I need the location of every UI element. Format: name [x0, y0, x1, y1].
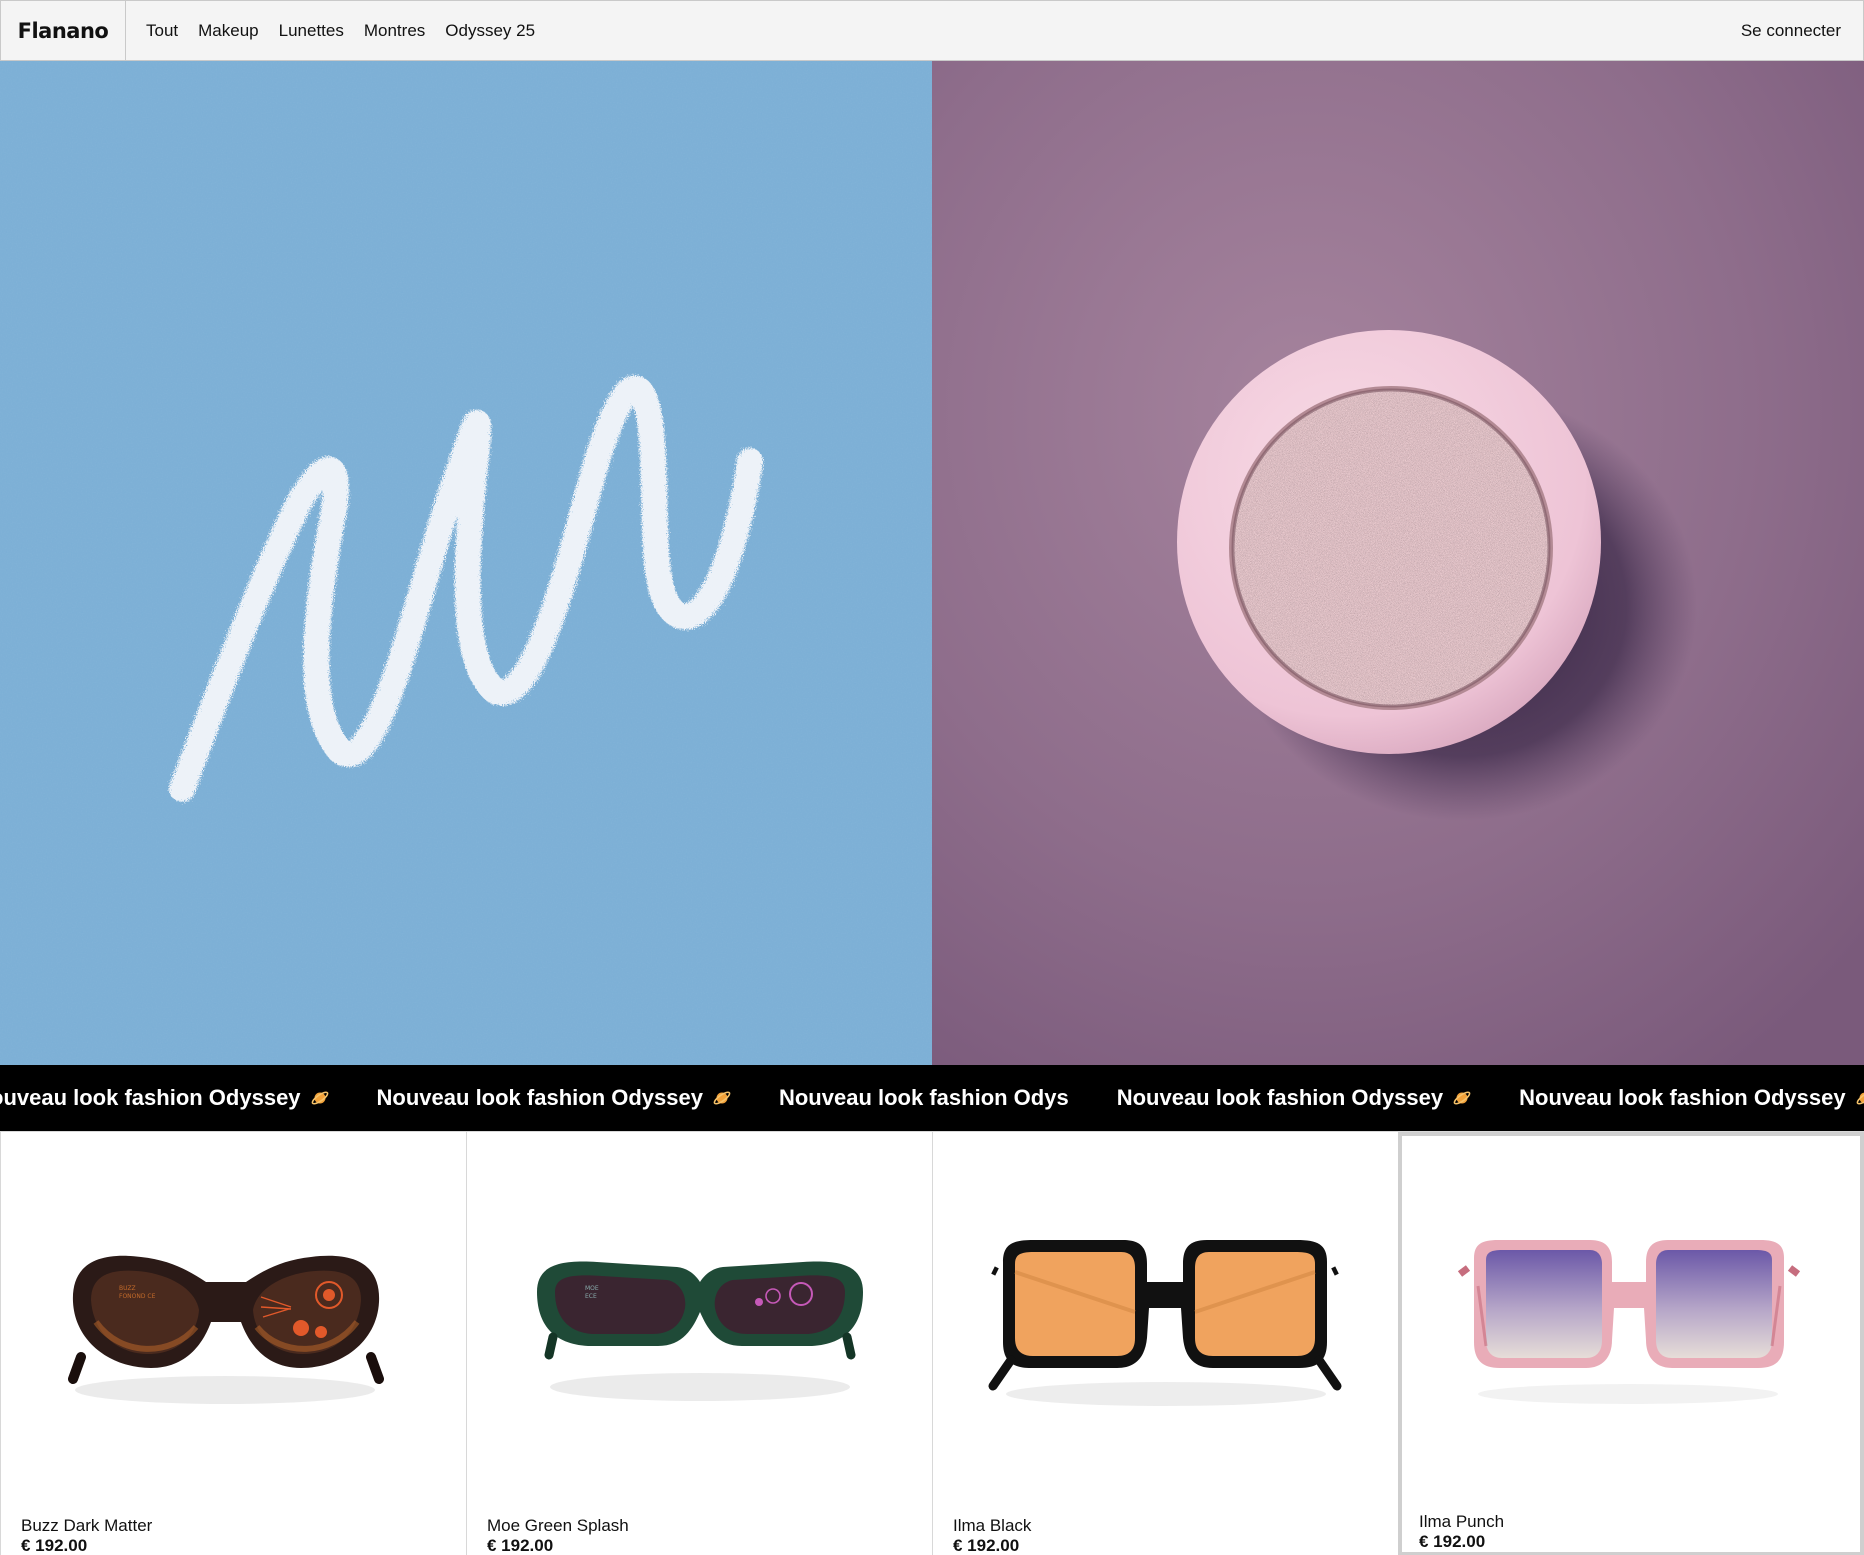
marquee-text: Nouveau look fashion Odys — [778, 1085, 1069, 1110]
product-price: € 192.00 — [1419, 1532, 1486, 1551]
product-name[interactable]: Moe Green Splash — [487, 1516, 629, 1536]
svg-text:ECE: ECE — [585, 1293, 597, 1300]
marquee-text: Nouveau look fashion Odyssey — [1116, 1085, 1444, 1110]
nav-item-odyssey[interactable]: Odyssey 25 — [445, 21, 535, 41]
product-name[interactable]: Buzz Dark Matter — [21, 1516, 152, 1536]
product-price: € 192.00 — [21, 1536, 88, 1555]
planet-icon — [311, 1091, 328, 1105]
login-link[interactable]: Se connecter — [1741, 1, 1841, 61]
planet-icon — [1453, 1091, 1471, 1105]
main-nav: Tout Makeup Lunettes Montres Odyssey 25 — [146, 1, 535, 61]
product-image-moe-green-splash: MOE ECE — [537, 1261, 863, 1401]
svg-text:MOE: MOE — [585, 1285, 599, 1292]
nav-item-lunettes[interactable]: Lunettes — [279, 21, 344, 41]
marquee-item: ouveau look fashion Odyssey — [0, 1085, 329, 1111]
marquee-text: Nouveau look fashion Odyssey — [1519, 1085, 1846, 1110]
marquee-item: Nouveau look fashion Odys — [779, 1085, 1069, 1111]
eyeshadow-compact-illustration — [932, 61, 1864, 1065]
product-price: € 192.00 — [487, 1536, 554, 1555]
product-card[interactable]: BUZZ FONOND CE Buzz Dark Matter € 192.00 — [0, 1132, 466, 1555]
hero-image-chalk-scribble[interactable] — [0, 61, 932, 1065]
announcement-marquee: ouveau look fashion Odyssey Nouveau look… — [0, 1065, 1864, 1131]
marquee-track: ouveau look fashion Odyssey Nouveau look… — [0, 1065, 1864, 1131]
product-price: € 192.00 — [953, 1536, 1020, 1555]
marquee-item: Nouveau look fashion Odyssey — [1117, 1085, 1471, 1111]
nav-item-makeup[interactable]: Makeup — [198, 21, 258, 41]
product-card[interactable]: MOE ECE Moe Green Splash € 192.00 — [466, 1132, 932, 1555]
marquee-item: Nouveau look fashion Odyssey — [377, 1085, 731, 1111]
planet-icon — [1856, 1091, 1864, 1105]
product-card[interactable]: Ilma Black € 192.00 — [932, 1132, 1398, 1555]
marquee-item: Nouveau look fashion Odyssey — [1519, 1085, 1864, 1111]
product-grid: BUZZ FONOND CE Buzz Dark Matter € 192.00… — [0, 1131, 1864, 1555]
marquee-text: ouveau look fashion Odyssey — [0, 1085, 301, 1110]
hero-banner — [0, 61, 1864, 1065]
nav-item-montres[interactable]: Montres — [364, 21, 425, 41]
brand-logo-text: Flanano — [17, 19, 109, 43]
svg-text:BUZZ: BUZZ — [119, 1285, 136, 1292]
product-name[interactable]: Ilma Black — [953, 1516, 1031, 1536]
product-image-ilma-black — [988, 1240, 1342, 1406]
hero-image-eyeshadow[interactable] — [932, 61, 1864, 1065]
chalk-scribble-illustration — [0, 61, 932, 1065]
marquee-text: Nouveau look fashion Odyssey — [376, 1085, 703, 1110]
brand-logo[interactable]: Flanano — [1, 1, 126, 61]
product-name[interactable]: Ilma Punch — [1419, 1512, 1504, 1532]
svg-text:FONOND CE: FONOND CE — [119, 1293, 156, 1300]
top-nav-bar: Flanano Tout Makeup Lunettes Montres Ody… — [0, 0, 1864, 61]
planet-icon — [713, 1091, 731, 1105]
product-image-ilma-punch — [1457, 1240, 1801, 1404]
nav-item-tout[interactable]: Tout — [146, 21, 178, 41]
product-image-buzz-dark-matter: BUZZ FONOND CE — [68, 1255, 384, 1404]
product-card[interactable]: Ilma Punch € 192.00 — [1398, 1132, 1864, 1555]
